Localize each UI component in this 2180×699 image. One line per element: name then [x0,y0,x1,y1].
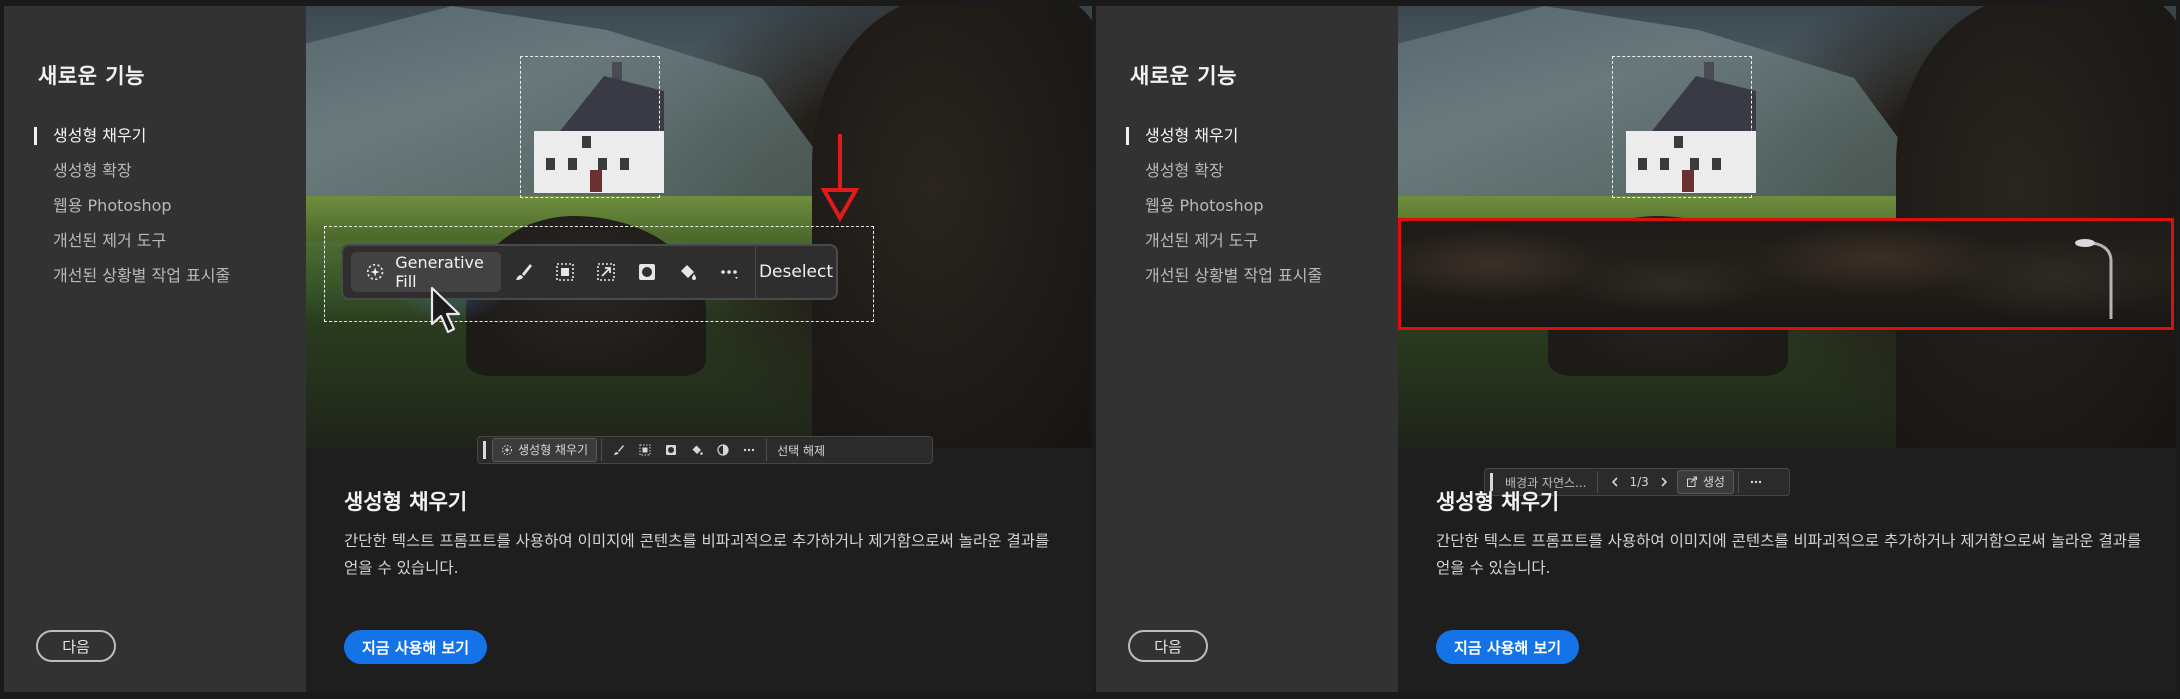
sidebar-item-contextual-taskbar[interactable]: 개선된 상황별 작업 표시줄 [1126,258,1386,293]
drag-handle[interactable] [483,441,486,459]
sidebar: 새로운 기능 생성형 채우기 생성형 확장 웹용 Photoshop 개선된 제… [1096,6,1398,692]
mouse-cursor-icon [430,286,461,334]
deselect-button[interactable]: Deselect [756,262,836,282]
sidebar-nav: 생성형 채우기 생성형 확장 웹용 Photoshop 개선된 제거 도구 개선… [1126,118,1386,293]
generate-icon [1686,476,1697,487]
feature-title: 생성형 채우기 [344,490,468,514]
arrow-down-icon [820,134,860,223]
mask-icon[interactable] [547,254,583,290]
toolbar-divider [1737,471,1739,493]
sidebar-item-generative-fill[interactable]: 생성형 채우기 [1126,118,1386,153]
contextual-taskbar-large: Generative Fill Deselect [341,244,838,300]
next-button[interactable]: 다음 [36,630,116,662]
try-now-button[interactable]: 지금 사용해 보기 [1436,630,1580,664]
sidebar-title: 새로운 기능 [38,64,145,88]
house-image [1616,62,1776,196]
chevron-right-icon[interactable] [1651,471,1677,493]
sidebar-title: 새로운 기능 [1130,64,1237,88]
generate-label: 생성 [1702,475,1725,489]
feature-description: 간단한 텍스트 프롬프트를 사용하여 이미지에 콘텐츠를 비파괴적으로 추가하거… [344,532,1050,577]
paint-bucket-icon[interactable] [684,439,710,461]
sidebar: 새로운 기능 생성형 채우기 생성형 확장 웹용 Photoshop 개선된 제… [4,6,306,692]
generative-fill-button[interactable]: Generative Fill [351,252,501,292]
mask-icon[interactable] [632,439,658,461]
adjustment-icon[interactable] [710,439,736,461]
more-icon[interactable] [711,254,747,290]
sidebar-item-remove-tool[interactable]: 개선된 제거 도구 [1126,223,1386,258]
feature-description: 간단한 텍스트 프롬프트를 사용하여 이미지에 콘텐츠를 비파괴적으로 추가하거… [1436,532,2142,577]
more-icon[interactable] [736,439,762,461]
brush-icon[interactable] [506,254,542,290]
transform-icon[interactable] [588,254,624,290]
circle-mask-icon[interactable] [658,439,684,461]
variation-page-indicator: 1/3 [1629,475,1649,489]
whats-new-dialog-left: 새로운 기능 생성형 채우기 생성형 확장 웹용 Photoshop 개선된 제… [4,6,1092,692]
generative-fill-small-label: 생성형 채우기 [518,443,589,457]
sidebar-item-photoshop-web[interactable]: 웹용 Photoshop [34,188,294,223]
generated-fill-area [1398,218,2174,330]
brush-icon[interactable] [606,439,632,461]
more-icon[interactable] [1743,471,1769,493]
contextual-taskbar-small: 생성형 채우기 선택 해제 [477,436,933,464]
sidebar-nav: 생성형 채우기 생성형 확장 웹용 Photoshop 개선된 제거 도구 개선… [34,118,294,293]
cliff-shape [812,6,1092,448]
sidebar-item-generative-expand[interactable]: 생성형 확장 [1126,153,1386,188]
streetlamp-image [2075,239,2113,319]
sidebar-item-remove-tool[interactable]: 개선된 제거 도구 [34,223,294,258]
generate-button[interactable]: 생성 [1676,470,1734,494]
sparkle-icon [366,263,384,281]
sidebar-item-contextual-taskbar[interactable]: 개선된 상황별 작업 표시줄 [34,258,294,293]
sidebar-item-generative-expand[interactable]: 생성형 확장 [34,153,294,188]
whats-new-dialog-right: 새로운 기능 생성형 채우기 생성형 확장 웹용 Photoshop 개선된 제… [1096,6,2176,692]
sparkle-icon [502,445,512,455]
deselect-small-button[interactable]: 선택 해제 [771,442,831,459]
paint-bucket-icon[interactable] [670,254,706,290]
try-now-button[interactable]: 지금 사용해 보기 [344,630,488,664]
sidebar-item-photoshop-web[interactable]: 웹용 Photoshop [1126,188,1386,223]
feature-preview-image [1398,6,2176,448]
feature-title: 생성형 채우기 [1436,490,1560,514]
sidebar-item-generative-fill[interactable]: 생성형 채우기 [34,118,294,153]
feature-preview-image: Generative Fill Deselect [306,6,1092,448]
circle-mask-icon[interactable] [629,254,665,290]
toolbar-divider [601,439,603,461]
generative-fill-small-button[interactable]: 생성형 채우기 [492,438,598,462]
toolbar-divider [766,439,768,461]
house-image [524,62,684,196]
chevron-left-icon[interactable] [1602,471,1628,493]
toolbar-divider [1596,471,1598,493]
next-button[interactable]: 다음 [1128,630,1208,662]
